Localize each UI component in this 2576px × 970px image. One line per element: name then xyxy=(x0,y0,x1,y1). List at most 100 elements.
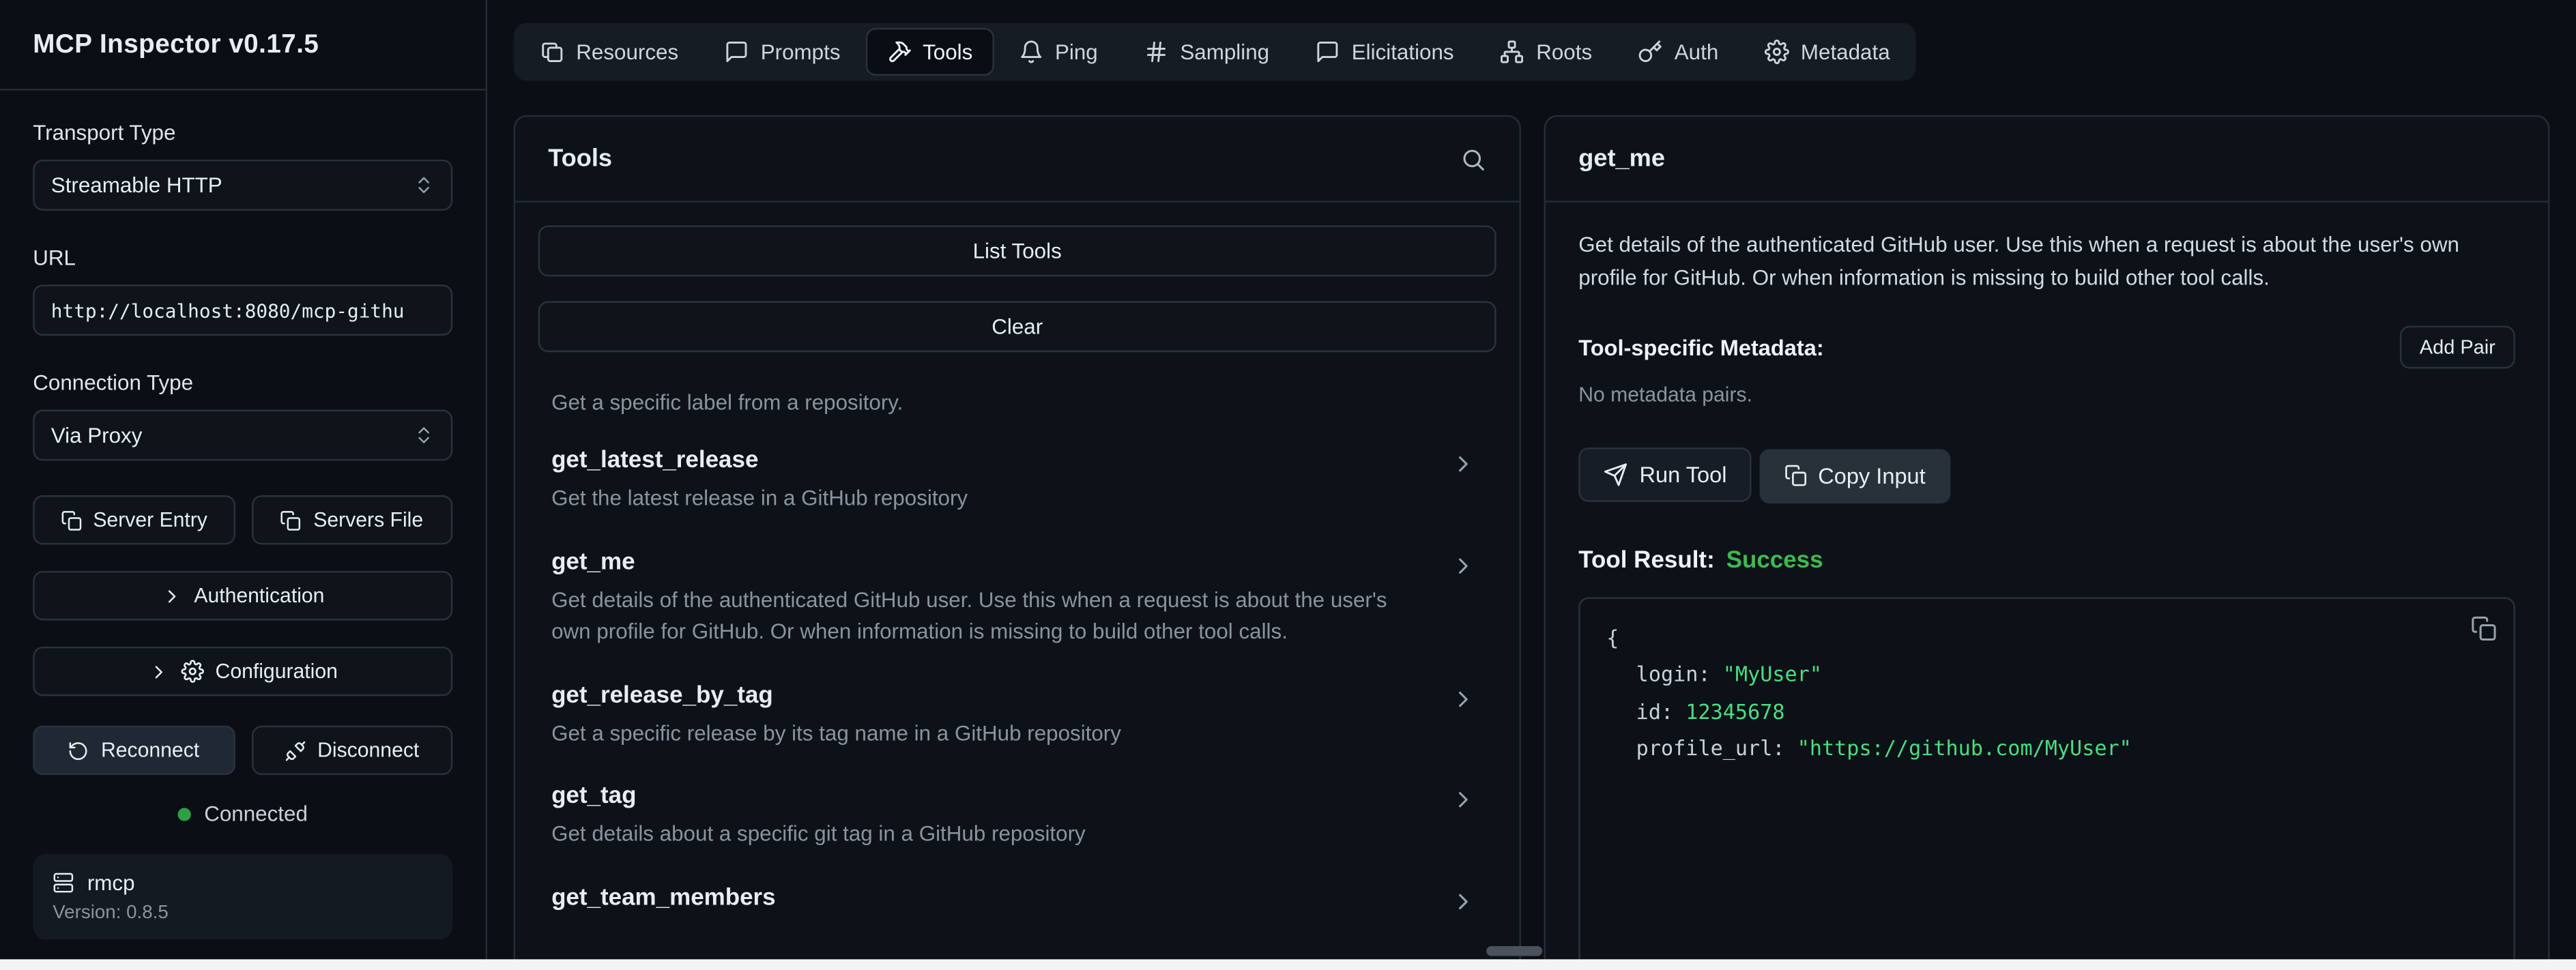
transport-type-select[interactable]: Streamable HTTP xyxy=(33,160,452,211)
tool-list-item[interactable]: get_me Get details of the authenticated … xyxy=(551,549,1483,647)
search-icon[interactable] xyxy=(1460,145,1487,172)
tool-result-label: Tool Result: xyxy=(1578,548,1714,574)
server-name: rmcp xyxy=(87,870,135,895)
disconnect-label: Disconnect xyxy=(317,739,419,762)
copy-input-button[interactable]: Copy Input xyxy=(1759,449,1950,503)
connection-status-label: Connected xyxy=(204,802,308,826)
json-key: profile_url: xyxy=(1636,736,1797,761)
send-icon xyxy=(1603,462,1627,487)
tool-description: Get a specific release by its tag name i… xyxy=(551,718,1427,749)
tab-label: Resources xyxy=(576,40,678,64)
tab-label: Prompts xyxy=(761,40,841,64)
copy-input-label: Copy Input xyxy=(1818,464,1926,488)
add-pair-button[interactable]: Add Pair xyxy=(2400,326,2515,369)
run-tool-label: Run Tool xyxy=(1640,462,1727,487)
copy-icon xyxy=(280,510,302,531)
tool-list-item[interactable]: get_release_by_tag Get a specific releas… xyxy=(551,682,1483,750)
tool-detail-title: get_me xyxy=(1578,145,1665,173)
key-icon xyxy=(1638,40,1663,64)
tool-list-item[interactable]: get_tag Get details about a specific git… xyxy=(551,784,1483,851)
network-icon xyxy=(1500,40,1524,64)
tool-description: Get details of the authenticated GitHub … xyxy=(551,585,1427,647)
tool-name: get_release_by_tag xyxy=(551,682,1427,709)
tool-list-item[interactable]: get_team_members xyxy=(551,885,1483,912)
list-tools-button[interactable]: List Tools xyxy=(538,225,1496,276)
run-tool-button[interactable]: Run Tool xyxy=(1578,448,1751,503)
server-entry-label: Server Entry xyxy=(93,508,207,531)
tab-label: Elicitations xyxy=(1352,40,1454,64)
tool-detail-description: Get details of the authenticated GitHub … xyxy=(1578,229,2515,295)
status-dot-icon xyxy=(178,807,191,820)
tab-roots[interactable]: Roots xyxy=(1479,28,1614,76)
tab-label: Roots xyxy=(1536,40,1592,64)
app-window: MCP Inspector v0.17.5 Transport Type Str… xyxy=(0,0,2576,970)
connection-type-group: Connection Type Via Proxy xyxy=(33,370,452,461)
window-bottom-edge xyxy=(0,959,2576,970)
horizontal-scrollbar-thumb[interactable] xyxy=(1486,946,1542,956)
configuration-expander[interactable]: Configuration xyxy=(33,647,452,696)
url-label: URL xyxy=(33,245,452,269)
hammer-icon xyxy=(886,40,911,64)
transport-type-value: Streamable HTTP xyxy=(51,173,222,197)
json-value: 12345678 xyxy=(1685,699,1784,724)
tool-description: Get details about a specific git tag in … xyxy=(551,820,1427,851)
url-input[interactable] xyxy=(33,284,452,336)
json-key: login: xyxy=(1636,662,1723,686)
json-value: "https://github.com/MyUser" xyxy=(1797,736,2132,761)
reconnect-label: Reconnect xyxy=(101,739,199,762)
tool-list: Get a specific label from a repository. … xyxy=(538,390,1496,912)
authentication-expander[interactable]: Authentication xyxy=(33,571,452,620)
no-metadata-text: No metadata pairs. xyxy=(1578,384,2515,407)
copy-result-icon[interactable] xyxy=(2471,615,2498,642)
tab-ping[interactable]: Ping xyxy=(998,28,1120,76)
copy-icon xyxy=(60,510,81,531)
chevron-right-icon xyxy=(1450,451,1477,477)
app-title: MCP Inspector v0.17.5 xyxy=(0,0,486,89)
chevrons-up-down-icon xyxy=(413,175,434,196)
clear-button[interactable]: Clear xyxy=(538,301,1496,352)
connection-type-label: Connection Type xyxy=(33,370,452,395)
tool-name: get_tag xyxy=(551,784,1427,810)
result-json-block: { login: "MyUser" id: 12345678 profile_u… xyxy=(1578,597,2515,970)
connection-type-select[interactable]: Via Proxy xyxy=(33,410,452,461)
tool-detail-panel: get_me Get details of the authenticated … xyxy=(1544,115,2550,970)
tab-label: Metadata xyxy=(1801,40,1890,64)
tool-result-status: Success xyxy=(1726,548,1823,574)
transport-type-group: Transport Type Streamable HTTP xyxy=(33,120,452,211)
tool-description-partial: Get a specific label from a repository. xyxy=(551,390,1483,415)
tab-elicitations[interactable]: Elicitations xyxy=(1294,28,1475,76)
tool-list-item[interactable]: get_latest_release Get the latest releas… xyxy=(551,447,1483,515)
tab-label: Sampling xyxy=(1180,40,1269,64)
chevron-right-icon xyxy=(161,585,182,606)
transport-type-label: Transport Type xyxy=(33,120,452,145)
json-line: id: 12345678 xyxy=(1606,694,2487,731)
servers-file-button[interactable]: Servers File xyxy=(251,495,452,544)
reconnect-button[interactable]: Reconnect xyxy=(33,726,234,775)
json-value: "MyUser" xyxy=(1723,662,1822,686)
chevron-right-icon xyxy=(1450,787,1477,814)
tab-tools[interactable]: Tools xyxy=(865,28,994,76)
json-line: profile_url: "https://github.com/MyUser" xyxy=(1606,731,2487,768)
chevron-right-icon xyxy=(1450,686,1477,712)
chevron-right-icon xyxy=(1450,553,1477,579)
url-group: URL xyxy=(33,245,452,336)
server-version: Version: 0.8.5 xyxy=(53,903,433,923)
chevrons-up-down-icon xyxy=(413,424,434,445)
files-icon xyxy=(540,40,564,64)
metadata-label: Tool-specific Metadata: xyxy=(1578,336,1823,360)
tab-metadata[interactable]: Metadata xyxy=(1743,28,1911,76)
server-entry-button[interactable]: Server Entry xyxy=(33,495,234,544)
connection-status: Connected xyxy=(33,802,452,826)
tab-resources[interactable]: Resources xyxy=(519,28,700,76)
connection-type-value: Via Proxy xyxy=(51,423,143,447)
message-icon xyxy=(725,40,749,64)
tab-sampling[interactable]: Sampling xyxy=(1123,28,1291,76)
copy-icon xyxy=(1784,465,1807,488)
tab-auth[interactable]: Auth xyxy=(1617,28,1739,76)
tab-label: Auth xyxy=(1675,40,1719,64)
gear-icon xyxy=(1765,40,1789,64)
tab-prompts[interactable]: Prompts xyxy=(703,28,862,76)
tools-panel: Tools List Tools Clear Get a specific la… xyxy=(514,115,1521,970)
disconnect-button[interactable]: Disconnect xyxy=(251,726,452,775)
message-icon xyxy=(1316,40,1340,64)
